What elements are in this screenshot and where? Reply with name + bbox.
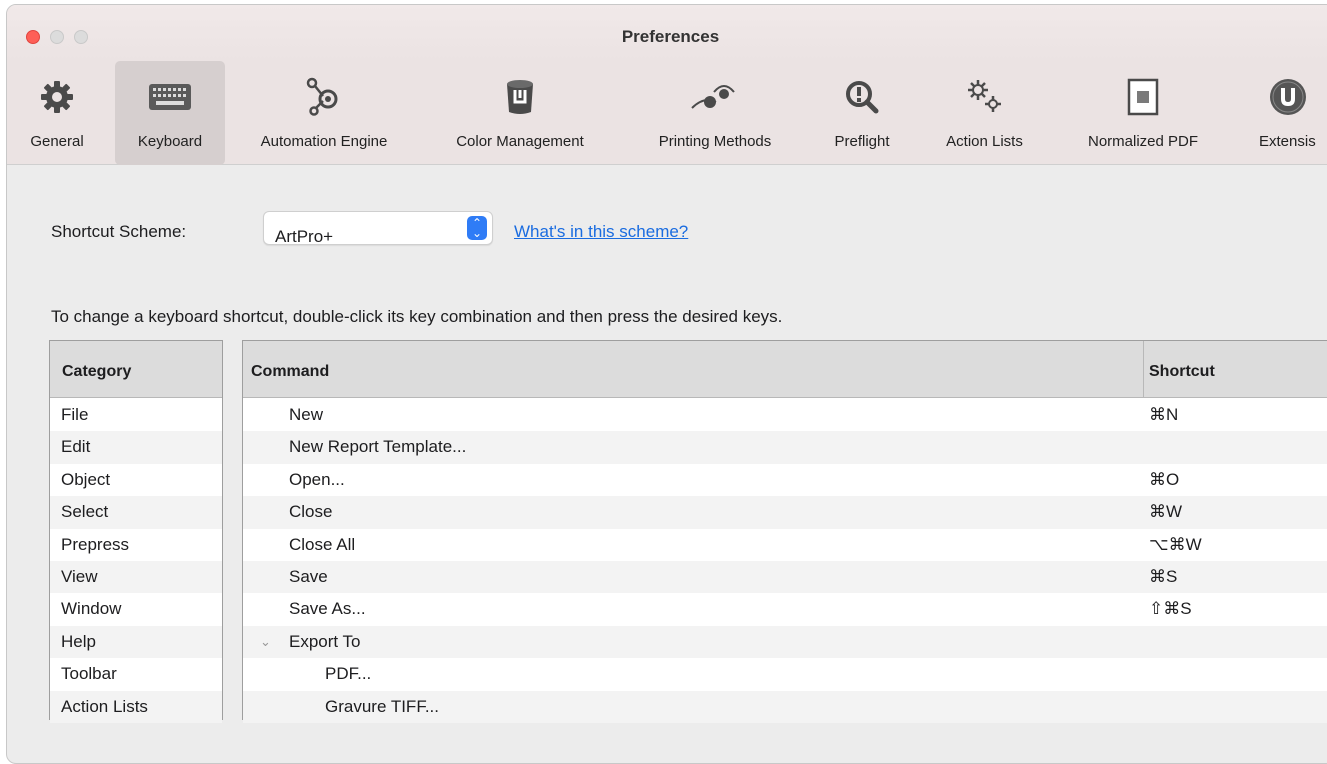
gear-icon	[39, 67, 75, 127]
command-row[interactable]: Close ⌘W	[243, 496, 1327, 529]
command-row[interactable]: New Report Template...	[243, 431, 1327, 464]
tab-preflight[interactable]: Preflight	[817, 61, 907, 165]
category-table: Category File Edit Object Select Prepres…	[49, 340, 223, 723]
tab-printing-methods[interactable]: Printing Methods	[635, 61, 795, 165]
category-row[interactable]: File	[50, 399, 222, 431]
preferences-window: Preferences General Keyboard Automation …	[6, 4, 1327, 764]
tab-automation-engine[interactable]: Automation Engine	[239, 61, 409, 165]
command-name: New Report Template...	[289, 437, 467, 457]
shortcut-value[interactable]: ⌘N	[1149, 399, 1178, 431]
shortcut-value[interactable]: ⌘W	[1149, 496, 1182, 528]
command-table: Command Shortcut New ⌘N New Report Templ…	[242, 340, 1327, 723]
chevron-down-icon[interactable]: ⌄	[260, 626, 271, 658]
tab-keyboard-label: Keyboard	[137, 133, 203, 150]
category-row[interactable]: View	[50, 560, 222, 594]
command-name: Save As...	[289, 599, 366, 619]
tab-normalized-pdf[interactable]: Normalized PDF	[1063, 61, 1223, 165]
command-row[interactable]: New ⌘N	[243, 399, 1327, 431]
shortcut-column-header[interactable]: Shortcut	[1149, 363, 1215, 381]
command-name: PDF...	[325, 664, 372, 684]
command-row[interactable]: ⌄ Export To	[243, 625, 1327, 659]
instructions-text: To change a keyboard shortcut, double-cl…	[51, 307, 783, 326]
category-header-label: Category	[62, 363, 132, 380]
tab-general-label: General	[30, 133, 84, 150]
command-list: New ⌘N New Report Template... Open... ⌘O…	[243, 399, 1327, 723]
command-name: New	[289, 405, 324, 424]
command-name: Export To	[289, 631, 361, 651]
command-name: Save	[289, 566, 328, 586]
shortcut-scheme-select[interactable]: ArtPro+ ⌃ ⌄	[263, 211, 493, 246]
category-row[interactable]: Help	[50, 625, 222, 659]
command-name: Gravure TIFF...	[325, 696, 439, 716]
category-row[interactable]: Object	[50, 464, 222, 496]
shortcut-value[interactable]: ⇧⌘S	[1149, 593, 1192, 625]
category-row[interactable]: Prepress	[50, 529, 222, 561]
tab-action-lists[interactable]: Action Lists	[922, 61, 1047, 165]
automation-engine-icon	[304, 67, 344, 127]
preflight-icon	[844, 67, 880, 127]
command-name: Close	[289, 502, 333, 522]
command-row[interactable]: Save ⌘S	[243, 560, 1327, 594]
tab-extensis-label: Extensis	[1259, 133, 1316, 150]
tab-automation-engine-label: Automation Engine	[260, 133, 388, 150]
command-row[interactable]: PDF...	[243, 658, 1327, 690]
normalized-pdf-icon	[1127, 67, 1159, 127]
category-row[interactable]: Toolbar	[50, 658, 222, 690]
command-row[interactable]: Close All ⌥⌘W	[243, 529, 1327, 561]
printing-methods-icon	[690, 67, 740, 127]
tab-color-management-label: Color Management	[456, 133, 584, 150]
title-bar: Preferences	[7, 5, 1327, 61]
action-lists-icon	[965, 67, 1005, 127]
command-column-header[interactable]: Command	[251, 363, 329, 381]
command-table-header: Command Shortcut	[243, 341, 1327, 398]
tab-color-management[interactable]: Color Management	[435, 61, 605, 165]
command-row[interactable]: Save As... ⇧⌘S	[243, 593, 1327, 625]
shortcut-value[interactable]: ⌘O	[1149, 464, 1179, 496]
window-title: Preferences	[621, 27, 720, 46]
extensis-icon	[1268, 67, 1308, 127]
shortcut-scheme-value: ArtPro+	[275, 227, 334, 246]
tab-action-lists-label: Action Lists	[946, 133, 1023, 150]
category-row[interactable]: Edit	[50, 431, 222, 464]
category-column-header[interactable]: Category	[50, 341, 222, 398]
command-row[interactable]: Gravure TIFF...	[243, 690, 1327, 723]
shortcut-value[interactable]: ⌘S	[1149, 561, 1177, 593]
category-row[interactable]: Select	[50, 496, 222, 529]
category-row[interactable]: Action Lists	[50, 690, 222, 723]
column-divider[interactable]	[1143, 341, 1144, 398]
tab-preflight-label: Preflight	[834, 133, 890, 150]
color-management-icon	[505, 67, 535, 127]
tab-keyboard[interactable]: Keyboard	[115, 61, 225, 165]
tab-extensis[interactable]: Extensis	[1243, 61, 1327, 165]
command-row[interactable]: Open... ⌘O	[243, 464, 1327, 496]
tab-printing-methods-label: Printing Methods	[658, 133, 772, 150]
preferences-toolbar: General Keyboard Automation Engine Color…	[7, 61, 1327, 165]
chevron-up-down-icon: ⌃ ⌄	[467, 216, 487, 240]
tab-general[interactable]: General	[17, 61, 97, 165]
category-row[interactable]: Window	[50, 593, 222, 625]
shortcut-scheme-label: Shortcut Scheme:	[51, 222, 187, 241]
command-name: Close All	[289, 534, 356, 554]
shortcut-value[interactable]: ⌥⌘W	[1149, 529, 1202, 561]
tab-normalized-pdf-label: Normalized PDF	[1087, 133, 1199, 150]
command-name: Open...	[289, 469, 345, 489]
whats-in-scheme-link[interactable]: What's in this scheme?	[514, 222, 688, 242]
category-list: File Edit Object Select Prepress View Wi…	[50, 399, 222, 723]
keyboard-icon	[148, 67, 192, 127]
